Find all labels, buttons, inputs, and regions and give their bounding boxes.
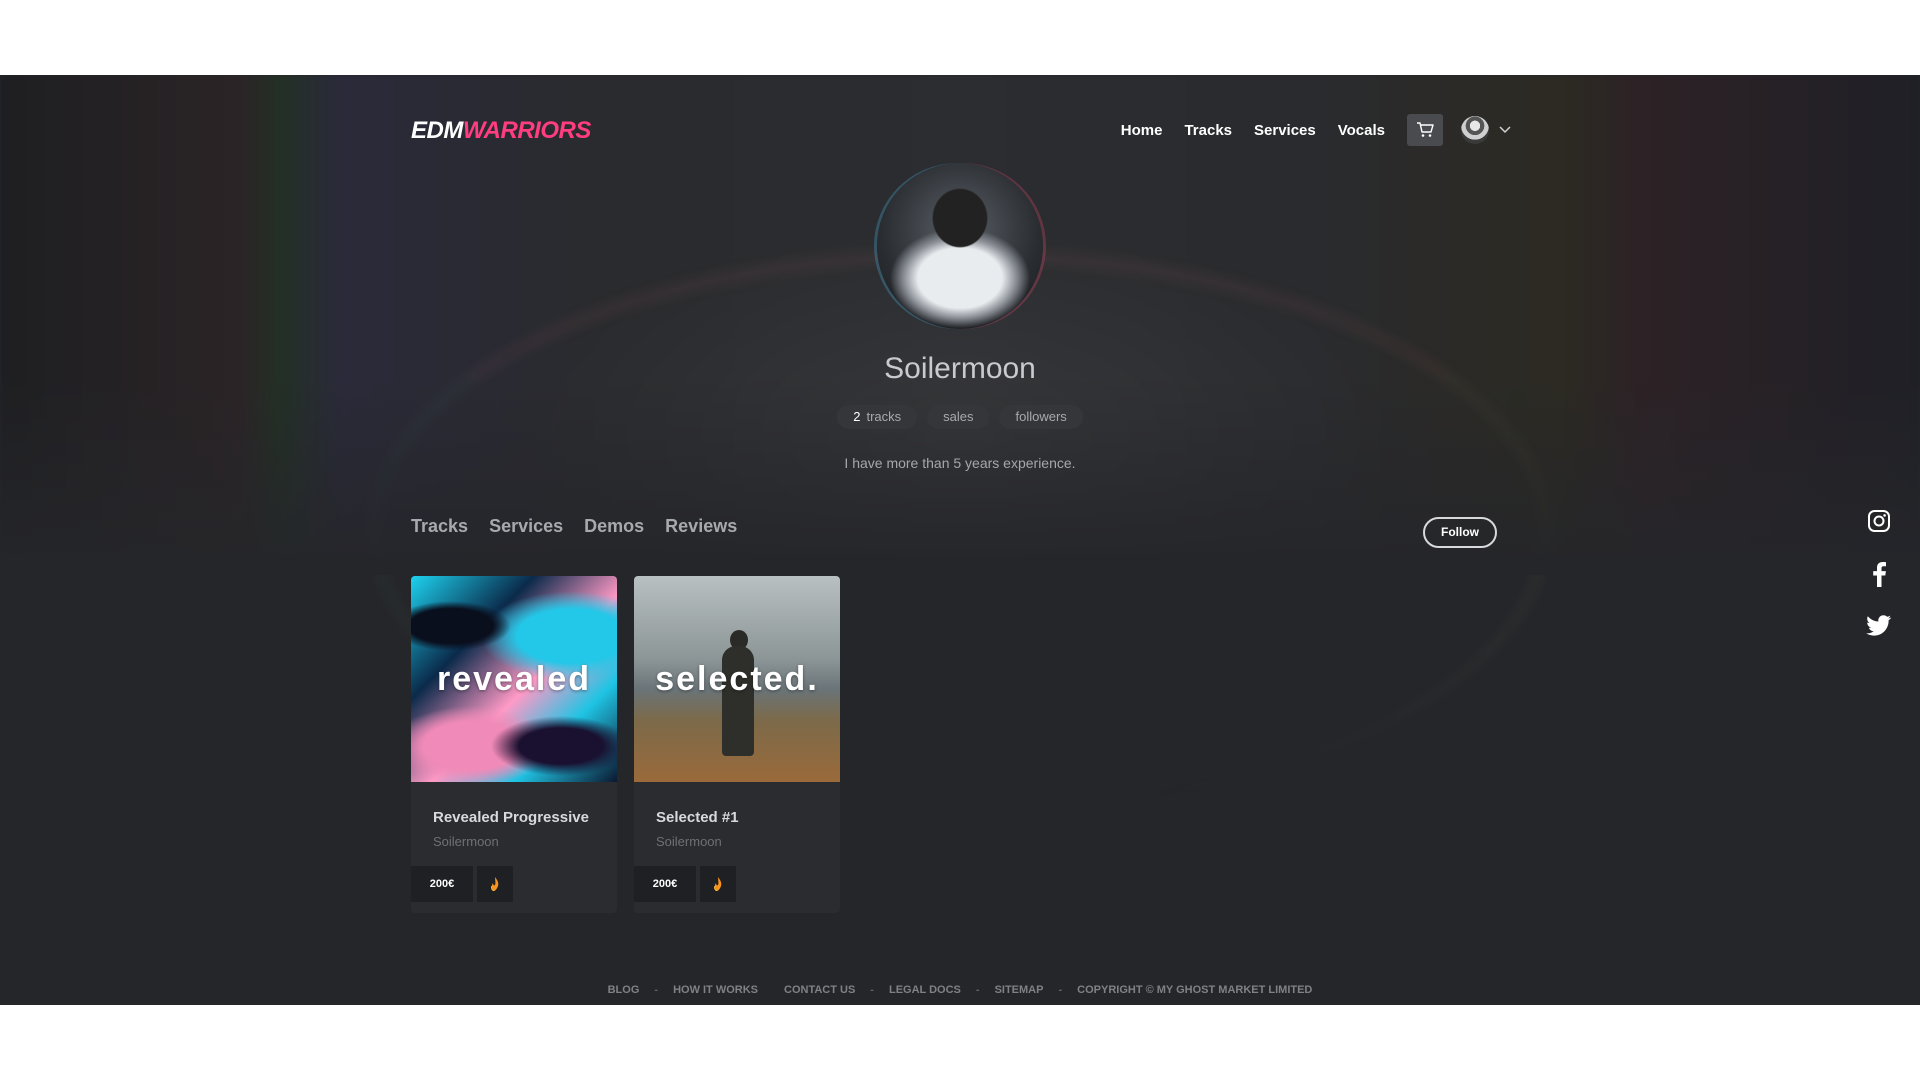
track-card[interactable]: revealed Revealed Progressive Soilermoon… [411,576,617,913]
track-cover-text: revealed [437,659,591,698]
fl-studio-icon [714,877,722,891]
chevron-down-icon [1499,126,1511,134]
profile-avatar [877,163,1043,329]
profile-tabs: Tracks Services Demos Reviews [411,516,737,537]
daw-badge[interactable] [700,866,736,902]
nav-vocals[interactable]: Vocals [1338,122,1385,139]
footer-sitemap[interactable]: SITEMAP [995,984,1044,996]
instagram-icon [1868,510,1890,532]
profile-bio: I have more than 5 years experience. [844,455,1076,471]
tracks-count: 2 [853,409,861,424]
tab-tracks[interactable]: Tracks [411,516,468,537]
tracks-badge: 2 tracks [837,405,918,429]
track-title[interactable]: Selected #1 [656,809,739,826]
logo[interactable]: EDMWARRIORS [411,117,591,145]
track-cover[interactable]: selected. [634,576,840,782]
track-cover-text: selected. [655,659,819,698]
profile-name: Soilermoon [884,352,1036,385]
nav-home[interactable]: Home [1121,122,1163,139]
header: EDMWARRIORS Home Tracks Services Vocals [411,95,1511,165]
footer-copyright: COPYRIGHT © MY GHOST MARKET LIMITED [1077,984,1313,996]
footer-separator: - [654,984,659,996]
track-title[interactable]: Revealed Progressive [433,809,589,826]
tab-services[interactable]: Services [489,516,563,537]
followers-badge: followers [999,405,1083,429]
cart-icon [1417,122,1434,137]
footer-separator: - [975,984,980,996]
track-cover[interactable]: revealed [411,576,617,782]
fl-studio-icon [491,877,499,891]
sales-label: sales [943,409,974,424]
tab-reviews[interactable]: Reviews [665,516,737,537]
track-card[interactable]: selected. Selected #1 Soilermoon 200€ [634,576,840,913]
footer-contact-us[interactable]: CONTACT US [784,984,855,996]
instagram-link[interactable] [1866,508,1892,534]
facebook-icon [1873,562,1886,587]
footer-separator: - [870,984,874,996]
tracks-label: tracks [866,409,902,424]
twitter-link[interactable] [1866,613,1892,639]
facebook-link[interactable] [1866,561,1892,587]
followers-label: followers [1015,409,1067,424]
logo-edm: EDM [411,117,463,144]
sales-badge: sales [927,405,990,429]
price-button[interactable]: 200€ [411,866,473,902]
user-avatar[interactable] [1461,116,1489,144]
price-button[interactable]: 200€ [634,866,696,902]
daw-badge[interactable] [477,866,513,902]
page: EDMWARRIORS Home Tracks Services Vocals [0,75,1920,1005]
track-artist[interactable]: Soilermoon [656,834,722,849]
nav-tracks[interactable]: Tracks [1184,122,1232,139]
nav-services[interactable]: Services [1254,122,1316,139]
cart-button[interactable] [1407,114,1443,146]
twitter-icon [1866,615,1892,636]
footer: BLOG - HOW IT WORKS CONTACT US - LEGAL D… [0,984,1920,996]
track-artist[interactable]: Soilermoon [433,834,499,849]
follow-button[interactable]: Follow [1423,517,1497,548]
profile-stats: 2 tracks sales followers [0,405,1920,429]
footer-legal-docs[interactable]: LEGAL DOCS [889,984,961,996]
user-menu-toggle[interactable] [1499,126,1511,134]
footer-blog[interactable]: BLOG [608,984,640,996]
footer-separator: - [1058,984,1063,996]
tab-demos[interactable]: Demos [584,516,644,537]
footer-how-it-works[interactable]: HOW IT WORKS [673,984,758,996]
logo-warriors: WARRIORS [462,117,592,144]
main-nav: Home Tracks Services Vocals [1099,111,1511,149]
